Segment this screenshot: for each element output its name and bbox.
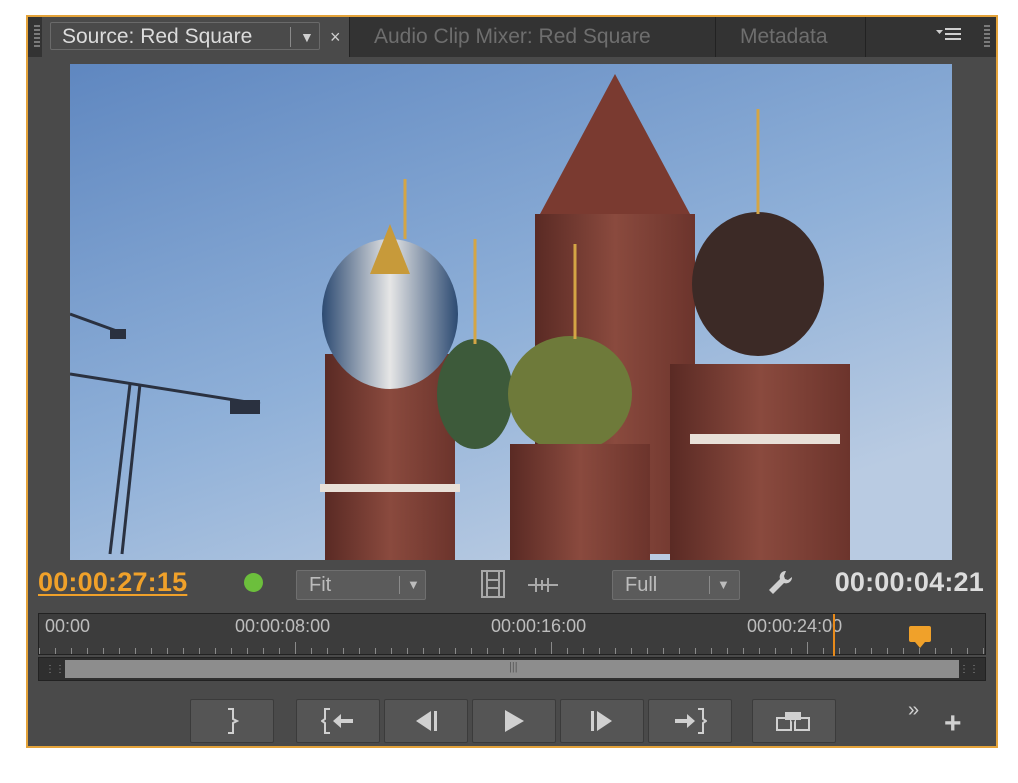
export-frame-button[interactable] [752,699,836,743]
chevron-down-icon: ▼ [717,577,730,592]
playhead-handle-icon[interactable] [909,626,931,648]
chevron-down-icon[interactable]: ▼ [300,17,314,57]
step-forward-button[interactable] [560,699,644,743]
export-frame-icon [776,712,810,731]
time-ruler[interactable]: 00:00 00:00:08:00 00:00:16:00 00:00:24:0… [38,613,986,656]
step-back-button[interactable] [384,699,468,743]
mark-out-button[interactable] [190,699,274,743]
mark-out-icon [228,708,239,734]
more-controls-icon[interactable]: » [908,699,919,722]
playhead[interactable] [833,614,835,656]
film-strip-icon[interactable] [481,570,505,603]
status-dot-icon [244,573,263,592]
step-forward-icon [591,711,612,731]
zoom-scroll-bar[interactable]: ⋮⋮ ||| ⋮⋮ [38,657,986,681]
tab-audio-clip-mixer-label: Audio Clip Mixer: Red Square [374,25,651,48]
tab-source-label: Source: Red Square [62,25,253,48]
ruler-label: 00:00:24:00 [747,616,843,636]
playback-resolution-value: Full [625,574,658,596]
tab-bar: Source: Red Square ▼ × Audio Clip Mixer:… [28,17,996,57]
zoom-scroll-thumb[interactable]: ||| [65,660,959,678]
duration-timecode: 00:00:04:21 [834,567,984,597]
tab-metadata[interactable]: Metadata [716,17,866,57]
play-icon [505,710,524,732]
go-to-out-icon [675,708,707,734]
zoom-select[interactable]: Fit ▼ [296,570,426,600]
step-back-icon [416,711,437,731]
ruler-label: 00:00:16:00 [491,616,587,636]
playback-resolution-select[interactable]: Full ▼ [612,570,740,600]
go-to-out-button[interactable] [648,699,732,743]
ruler-label: 00:00:08:00 [235,616,331,636]
zoom-select-value: Fit [309,574,332,596]
playhead-timecode[interactable]: 00:00:27:15 [38,567,187,598]
panel-grip-right[interactable] [984,25,990,47]
video-frame[interactable] [70,64,952,560]
chevron-down-icon: ▼ [407,577,420,592]
close-icon[interactable]: × [330,17,341,57]
tab-source[interactable]: Source: Red Square ▼ × [42,17,350,57]
panel-grip-left[interactable] [34,25,40,47]
tab-audio-clip-mixer[interactable]: Audio Clip Mixer: Red Square [350,17,716,57]
ruler-label: 00:00 [45,616,91,636]
source-monitor-panel: Source: Red Square ▼ × Audio Clip Mixer:… [26,15,998,748]
video-image [70,64,952,560]
go-to-in-icon [321,708,353,734]
play-button[interactable] [472,699,556,743]
wrench-icon[interactable] [766,569,794,602]
audio-waveform-icon[interactable] [528,576,558,599]
tab-metadata-label: Metadata [740,25,828,48]
go-to-in-button[interactable] [296,699,380,743]
panel-menu-icon[interactable] [936,17,962,55]
add-button-icon[interactable]: + [944,707,962,741]
